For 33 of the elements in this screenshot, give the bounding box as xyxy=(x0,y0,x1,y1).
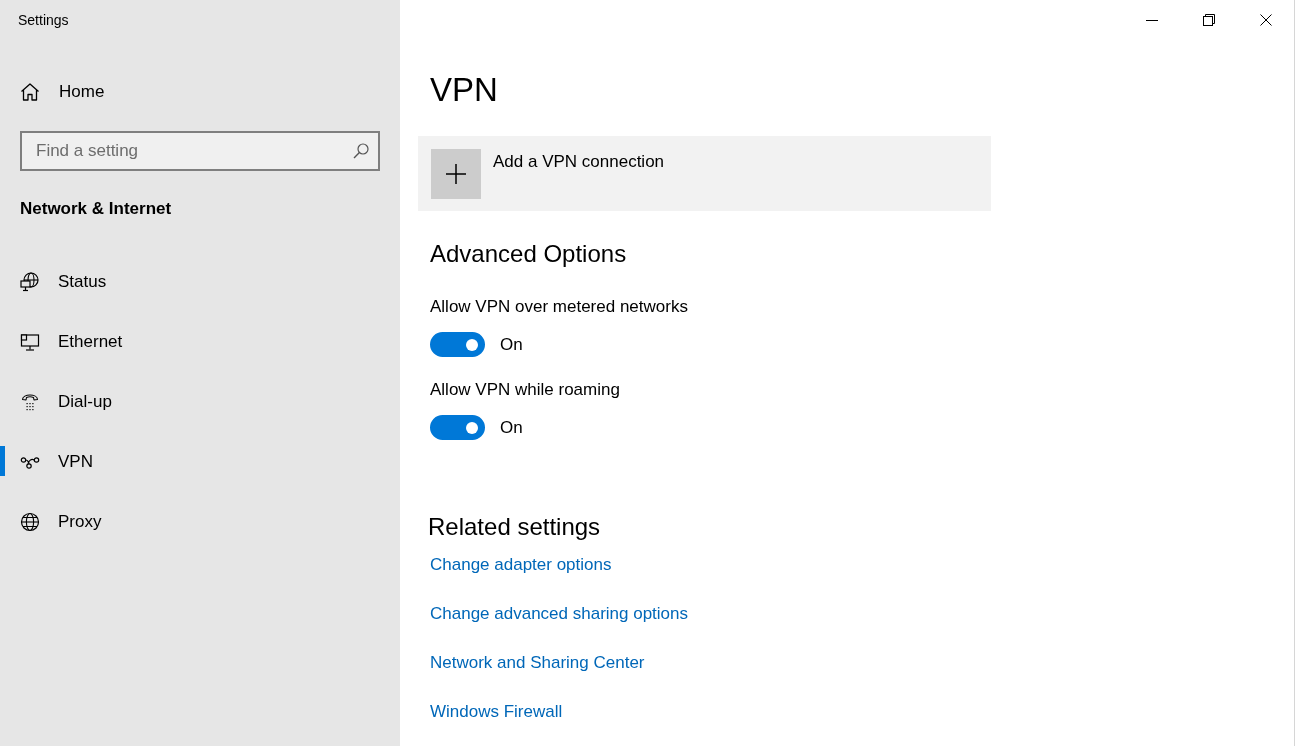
page-title: VPN xyxy=(430,70,498,110)
nav-item[interactable]: Ethernet xyxy=(0,312,129,372)
search-icon xyxy=(353,143,369,159)
settings-link[interactable]: Change advanced sharing options xyxy=(430,602,689,626)
settings-link[interactable]: Change adapter options xyxy=(430,553,612,577)
nav-item[interactable]: Status xyxy=(0,252,113,312)
plus-icon xyxy=(431,149,481,199)
minimize-icon xyxy=(1145,19,1158,21)
option-label: Allow VPN over metered networks xyxy=(430,296,688,318)
toggle-switch[interactable] xyxy=(430,415,485,440)
option-label: Allow VPN while roaming xyxy=(430,379,620,401)
monitor-icon xyxy=(20,332,40,352)
phone-icon xyxy=(20,392,40,412)
toggle-state-label: On xyxy=(500,416,523,439)
globe-icon xyxy=(20,512,40,532)
section-heading: Advanced Options xyxy=(430,239,627,269)
toggle-switch[interactable] xyxy=(430,332,485,357)
section-heading: Related settings xyxy=(428,512,601,542)
settings-link[interactable]: Windows Firewall xyxy=(430,700,563,724)
home-icon xyxy=(20,82,40,102)
add-vpn-button[interactable]: Add a VPN connection xyxy=(418,136,991,211)
window-title: Settings xyxy=(18,11,69,29)
nav-item[interactable]: Proxy xyxy=(0,492,108,552)
home-link[interactable]: Home xyxy=(20,72,105,112)
close-icon xyxy=(1259,14,1272,26)
restore-icon xyxy=(1202,14,1215,26)
search-field[interactable]: Find a setting xyxy=(20,131,380,171)
toggle-state-label: On xyxy=(500,333,523,356)
globe-monitor-icon xyxy=(20,272,40,292)
settings-link[interactable]: Network and Sharing Center xyxy=(430,651,645,675)
nav-item[interactable]: VPN xyxy=(0,432,99,492)
section-heading: Network & Internet xyxy=(20,198,172,220)
nav-item[interactable]: Dial-up xyxy=(0,372,118,432)
